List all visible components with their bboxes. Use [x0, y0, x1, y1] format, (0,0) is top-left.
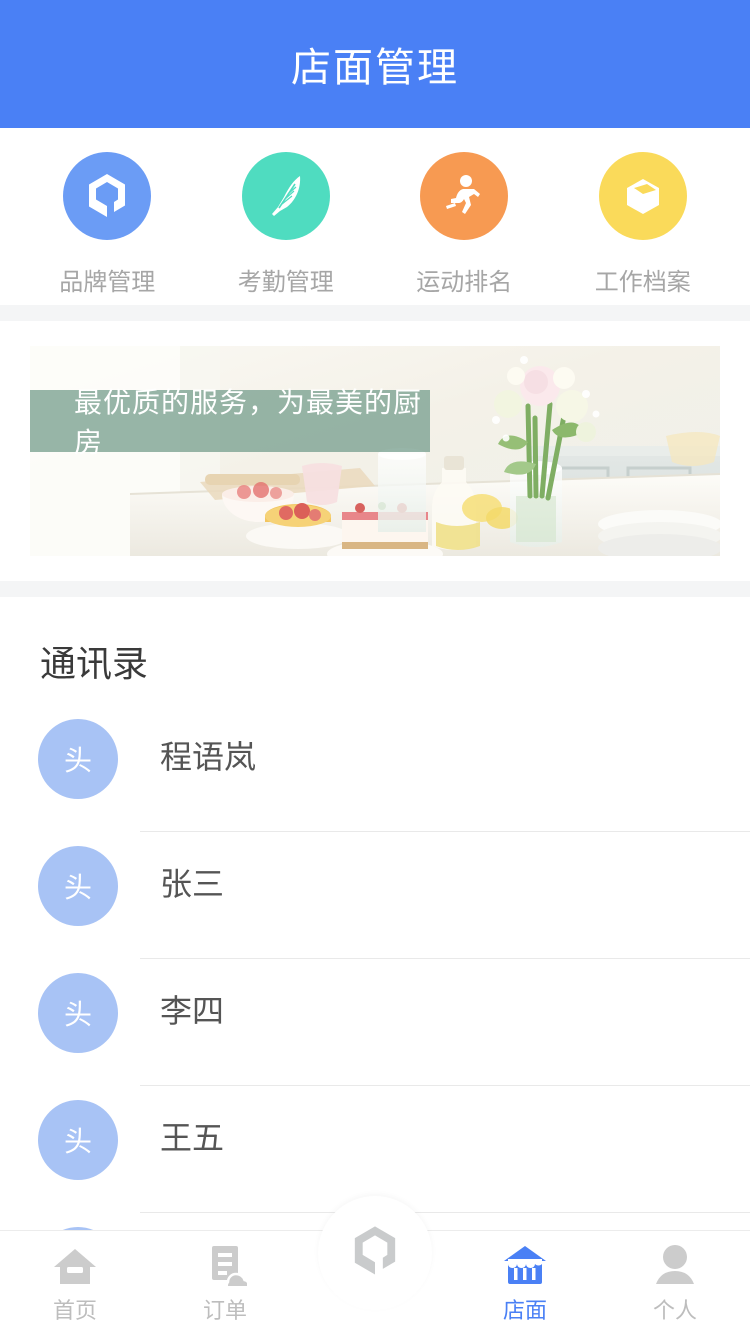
avatar: 头	[38, 973, 118, 1053]
quick-action-label: 考勤管理	[237, 269, 334, 296]
contact-name: 王五	[160, 1120, 225, 1156]
quick-action-label: 运动排名	[416, 269, 513, 296]
contact-name: 张三	[160, 866, 225, 902]
page-header: 店面管理	[0, 0, 750, 128]
storefront-icon	[502, 1240, 548, 1286]
contact-name: 李四	[160, 993, 225, 1029]
person-icon	[654, 1240, 696, 1286]
feather-icon	[241, 152, 330, 240]
home-icon	[53, 1240, 97, 1286]
bottom-navigation: 首页 订单 店面 个人	[0, 1196, 750, 1334]
hexagon-logo-icon	[63, 152, 152, 240]
center-action-button[interactable]	[318, 1196, 432, 1310]
tab-label: 首页	[52, 1298, 97, 1323]
avatar: 头	[38, 846, 118, 926]
tab-orders[interactable]: 订单	[150, 1231, 300, 1334]
quick-action-sports-ranking[interactable]: 运动排名	[384, 152, 544, 297]
contact-list-item[interactable]: 头 王五	[0, 1086, 750, 1213]
tab-store[interactable]: 店面	[450, 1231, 600, 1334]
contacts-title: 通讯录	[40, 643, 149, 684]
hexagon-logo-icon	[349, 1223, 401, 1284]
quick-action-label: 品牌管理	[59, 269, 156, 296]
contact-list-item[interactable]: 头 张三	[0, 832, 750, 959]
tab-label: 个人	[652, 1298, 697, 1323]
package-box-icon	[598, 152, 687, 240]
quick-action-brand-management[interactable]: 品牌管理	[27, 152, 187, 297]
quick-action-attendance-management[interactable]: 考勤管理	[206, 152, 366, 297]
promo-banner[interactable]: 最优质的服务，为最美的厨房	[30, 346, 720, 556]
banner-section: 最优质的服务，为最美的厨房	[0, 321, 750, 581]
tab-profile[interactable]: 个人	[600, 1231, 750, 1334]
quick-action-work-archive[interactable]: 工作档案	[563, 152, 723, 297]
quick-actions-row: 品牌管理 考勤管理 运动排名 工作档案	[0, 128, 750, 305]
app-screen: 店面管理 品牌管理 考勤管理 运动排名 工作档案 最优质的服务，为最美的厨房 通…	[0, 0, 750, 1334]
contact-list-item[interactable]: 头 程语岚	[0, 705, 750, 832]
banner-caption: 最优质的服务，为最美的厨房	[30, 387, 430, 458]
tab-home[interactable]: 首页	[0, 1231, 150, 1334]
page-title: 店面管理	[291, 46, 459, 90]
tab-label: 店面	[502, 1298, 547, 1323]
contact-name: 程语岚	[160, 739, 257, 775]
contact-list-item[interactable]: 头 李四	[0, 959, 750, 1086]
section-divider-band	[0, 305, 750, 321]
avatar: 头	[38, 1100, 118, 1180]
avatar: 头	[38, 719, 118, 799]
order-cloud-icon	[203, 1240, 247, 1286]
quick-action-label: 工作档案	[594, 269, 691, 296]
tab-label: 订单	[202, 1298, 247, 1323]
section-divider-band-2	[0, 581, 750, 597]
running-person-icon	[420, 152, 509, 240]
